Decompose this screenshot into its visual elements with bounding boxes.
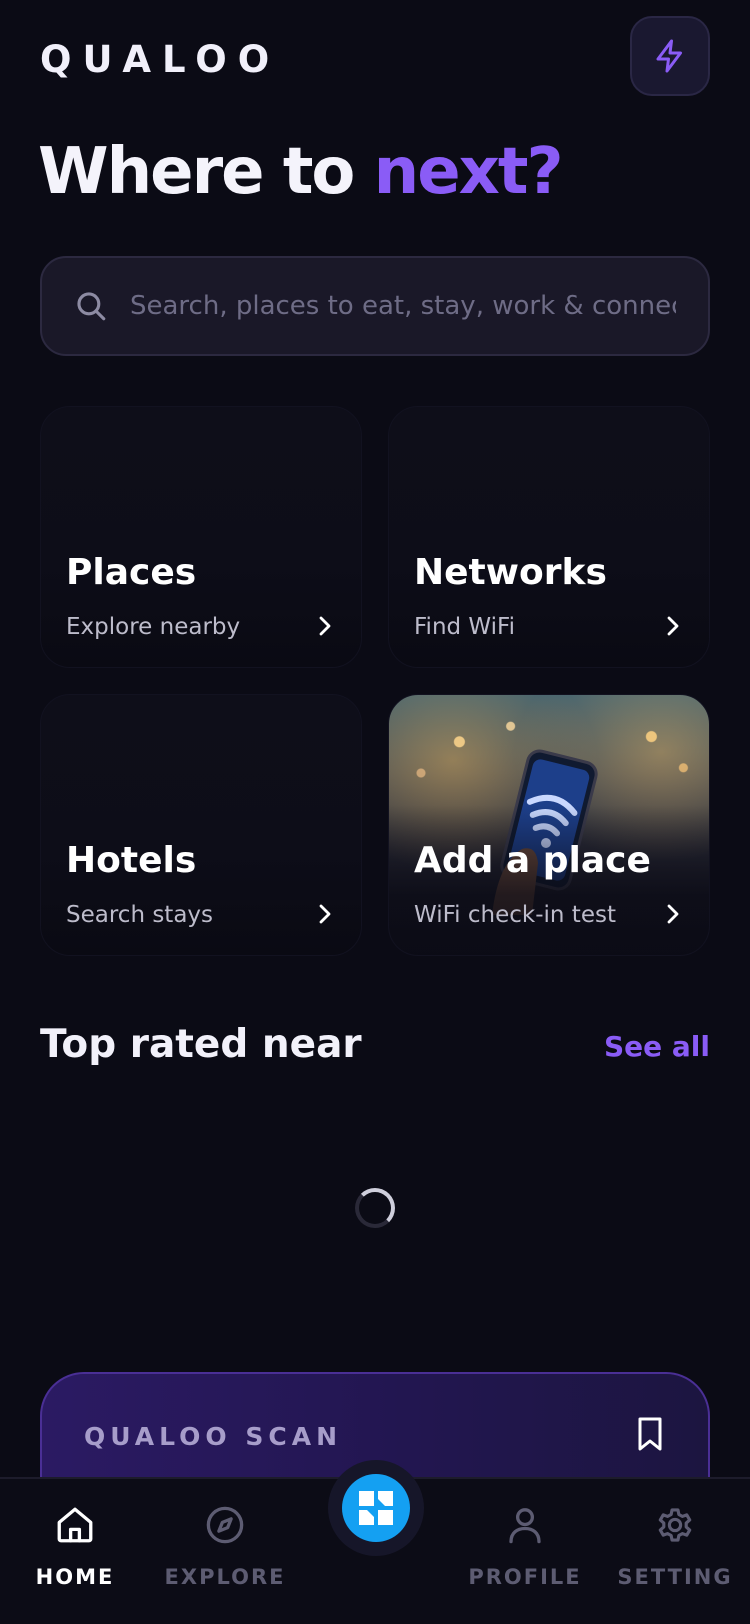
search-bar[interactable] (40, 256, 710, 356)
tile-title: Places (66, 552, 197, 593)
chevron-right-icon (665, 903, 681, 925)
nav-label: HOME (35, 1565, 115, 1589)
brand-logo: QUALOO (40, 38, 281, 81)
compass-icon (204, 1501, 246, 1549)
nav-profile[interactable]: PROFILE (450, 1501, 600, 1601)
search-icon (74, 289, 108, 323)
nav-explore[interactable]: EXPLORE (150, 1501, 300, 1601)
tile-subtitle: WiFi check-in test (414, 902, 616, 928)
nav-home[interactable]: HOME (0, 1501, 150, 1601)
lightning-icon (656, 39, 682, 73)
scan-card-label: QUALOO SCAN (84, 1422, 343, 1451)
quick-action-button[interactable] (630, 16, 710, 96)
chevron-right-icon (317, 903, 333, 925)
tile-title: Networks (414, 552, 607, 593)
tile-subtitle: Search stays (66, 902, 214, 928)
see-all-link[interactable]: See all (604, 1030, 710, 1063)
tile-title: Hotels (66, 840, 197, 881)
chevron-right-icon (665, 615, 681, 637)
nav-label: EXPLORE (164, 1565, 286, 1589)
nav-setting[interactable]: SETTING (600, 1501, 750, 1601)
tile-networks[interactable]: Networks Find WiFi (388, 406, 710, 668)
user-icon (504, 1501, 546, 1549)
tile-subtitle: Find WiFi (414, 614, 516, 640)
nav-label: SETTING (617, 1565, 733, 1589)
scan-icon (359, 1491, 393, 1525)
loading-spinner-icon (355, 1188, 395, 1228)
section-title: Top rated near (40, 1022, 362, 1067)
tile-places[interactable]: Places Explore nearby (40, 406, 362, 668)
bookmark-icon[interactable] (636, 1416, 664, 1452)
scan-fab-button[interactable] (342, 1474, 410, 1542)
scan-fab-ring (328, 1460, 424, 1556)
headline-main: Where to (38, 135, 374, 209)
tile-title: Add a place (414, 840, 651, 881)
home-screen: QUALOO Where to next? Places Explore nea… (0, 0, 750, 1624)
tile-add-place[interactable]: Add a place WiFi check-in test (388, 694, 710, 956)
headline-accent: next? (373, 135, 564, 209)
nav-label: PROFILE (468, 1565, 582, 1589)
home-icon (54, 1501, 96, 1549)
page-headline: Where to next? (38, 135, 564, 209)
search-input[interactable] (130, 291, 676, 321)
chevron-right-icon (317, 615, 333, 637)
gear-icon (654, 1501, 696, 1549)
tile-hotels[interactable]: Hotels Search stays (40, 694, 362, 956)
tile-subtitle: Explore nearby (66, 614, 241, 640)
